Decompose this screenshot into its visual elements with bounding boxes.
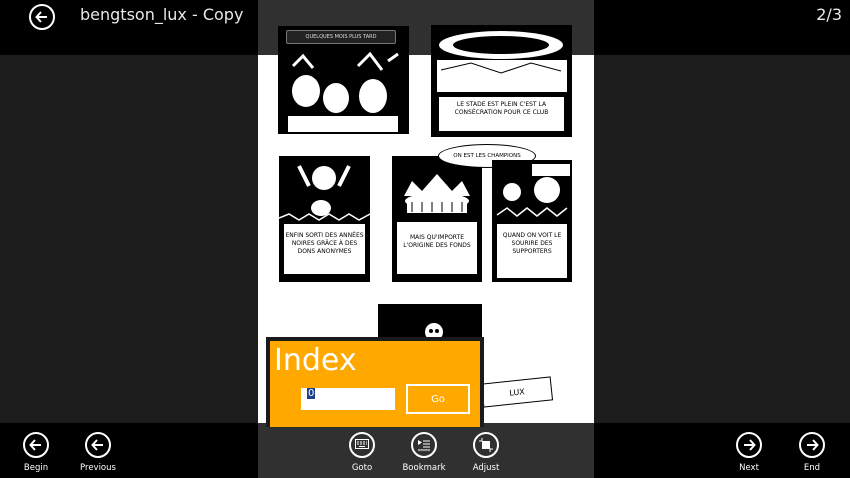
index-page-input[interactable]: 0 (301, 388, 395, 410)
page-indicator: 2/3 (816, 5, 842, 24)
arrow-right-icon (736, 432, 762, 458)
goto-label: Goto (351, 463, 373, 473)
comic-panel-fan: ENFIN SORTI DES ANNÉES NOIRES GRÂCE À DE… (279, 156, 370, 282)
previous-button[interactable]: Previous (71, 432, 125, 473)
top-bar-right: 2/3 (594, 0, 850, 55)
previous-label: Previous (80, 463, 116, 473)
top-bar-left: bengtson_lux - Copy (0, 0, 258, 55)
caption-origin-funds: MAIS QU'IMPORTE L'ORIGINE DES FONDS (397, 222, 477, 274)
bookmark-label: Bookmark (402, 463, 446, 473)
arrow-right-icon (799, 432, 825, 458)
arrow-left-icon (85, 432, 111, 458)
begin-label: Begin (23, 463, 49, 473)
index-input-value: 0 (307, 388, 316, 399)
back-button[interactable] (29, 4, 55, 30)
keyboard-icon (349, 432, 375, 458)
comic-panel-arena: MAIS QU'IMPORTE L'ORIGINE DES FONDS (392, 156, 482, 282)
bottom-app-bar: Begin Previous Goto Bookmark Adjust Next… (0, 423, 850, 478)
arrow-left-icon (23, 432, 49, 458)
top-app-bar: bengtson_lux - Copy 2/3 (0, 0, 850, 55)
index-title: Index (274, 343, 357, 378)
go-button[interactable]: Go (406, 384, 470, 414)
caption-supporters: QUAND ON VOIT LE SOURIRE DES SUPPORTERS (497, 224, 567, 278)
bookmark-button[interactable]: Bookmark (397, 432, 451, 473)
flag-text: LUX (508, 386, 526, 398)
caption-dark-years: ENFIN SORTI DES ANNÉES NOIRES GRÂCE À DE… (284, 224, 365, 274)
next-button[interactable]: Next (722, 432, 776, 473)
index-dialog: Index 0 Go (266, 337, 484, 427)
goto-button[interactable]: Goto (335, 432, 389, 473)
end-label: End (803, 463, 821, 473)
caption-stadium: LE STADE EST PLEIN C'EST LA CONSÉCRATION… (439, 97, 564, 131)
reader-window: QUELQUES MOIS PLUS TARD LE STADE EST PLE… (0, 0, 850, 478)
next-label: Next (739, 463, 759, 473)
comic-panel-supporters: QUAND ON VOIT LE SOURIRE DES SUPPORTERS (492, 160, 572, 282)
flag-banner: LUX (480, 376, 554, 408)
adjust-button[interactable]: Adjust (459, 432, 513, 473)
bookmark-list-icon (411, 432, 437, 458)
arrow-left-icon (35, 11, 47, 23)
adjust-label: Adjust (472, 463, 500, 473)
begin-button[interactable]: Begin (9, 432, 63, 473)
document-title: bengtson_lux - Copy (80, 5, 244, 24)
end-button[interactable]: End (785, 432, 839, 473)
crop-icon (473, 432, 499, 458)
speech-bubble-text: ON EST LES CHAMPIONS (453, 153, 521, 159)
